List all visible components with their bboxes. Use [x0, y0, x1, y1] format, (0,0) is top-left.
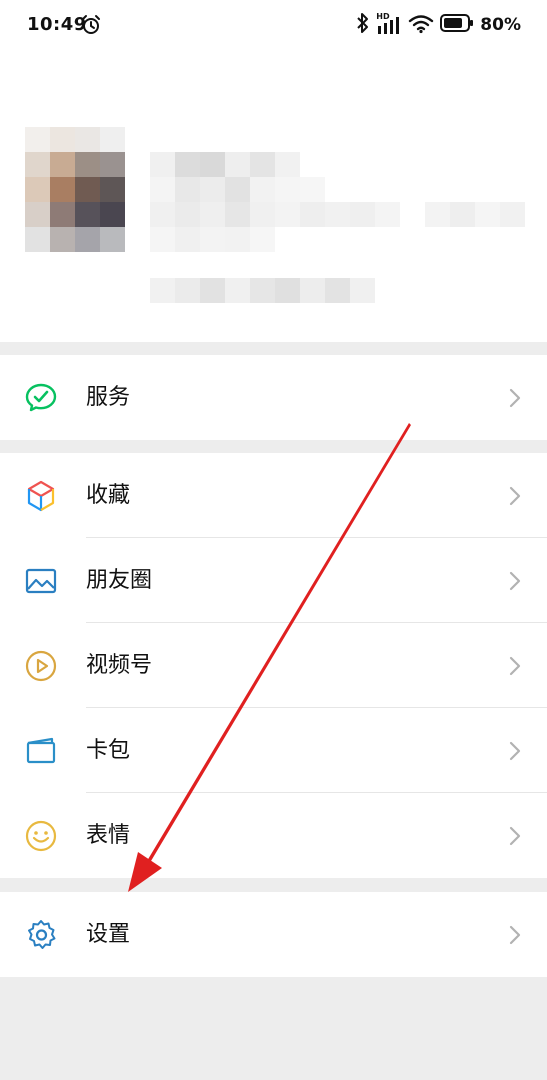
menu-item-cards[interactable]: 卡包: [0, 708, 547, 793]
battery-percent: 80%: [480, 15, 521, 35]
menu-item-services[interactable]: 服务: [0, 355, 547, 440]
menu-item-label: 卡包: [86, 738, 131, 763]
gear-icon: [24, 918, 58, 952]
section-settings: 设置: [0, 892, 547, 977]
menu-item-settings[interactable]: 设置: [0, 892, 547, 977]
alarm-icon: [80, 14, 102, 40]
smiley-icon: [24, 819, 58, 853]
section-content: 收藏 朋友圈 视频号 卡包 表情: [0, 453, 547, 878]
wechat-pay-icon: [24, 381, 58, 415]
profile-id-redacted: [150, 278, 380, 303]
menu-item-channels[interactable]: 视频号: [0, 623, 547, 708]
menu-item-stickers[interactable]: 表情: [0, 793, 547, 878]
chevron-right-icon: [509, 388, 521, 408]
menu-item-label: 表情: [86, 823, 131, 848]
card-icon: [24, 734, 58, 768]
section-services: 服务: [0, 355, 547, 440]
play-circle-icon: [24, 649, 58, 683]
profile-header[interactable]: [0, 52, 547, 342]
profile-name-redacted: [150, 152, 530, 252]
chevron-right-icon: [509, 925, 521, 945]
network-badge: HD: [376, 12, 390, 21]
menu-item-label: 设置: [86, 922, 131, 947]
status-time: 10:49: [27, 14, 87, 35]
menu-item-label: 收藏: [86, 483, 131, 508]
chevron-right-icon: [509, 486, 521, 506]
status-icons: HD 80%: [356, 12, 521, 38]
bluetooth-icon: [356, 12, 370, 38]
menu-item-label: 视频号: [86, 653, 153, 678]
menu-item-moments[interactable]: 朋友圈: [0, 538, 547, 623]
chevron-right-icon: [509, 656, 521, 676]
cube-icon: [24, 479, 58, 513]
status-bar: 10:49 HD 80%: [0, 0, 547, 52]
chevron-right-icon: [509, 826, 521, 846]
menu-item-favorites[interactable]: 收藏: [0, 453, 547, 538]
signal-icon: HD: [376, 12, 402, 36]
chevron-right-icon: [509, 741, 521, 761]
menu-item-label: 服务: [86, 385, 131, 410]
image-icon: [24, 564, 58, 598]
chevron-right-icon: [509, 571, 521, 591]
wifi-icon: [408, 12, 434, 38]
avatar[interactable]: [25, 127, 125, 253]
menu-item-label: 朋友圈: [86, 568, 153, 593]
battery-icon: [440, 13, 474, 37]
